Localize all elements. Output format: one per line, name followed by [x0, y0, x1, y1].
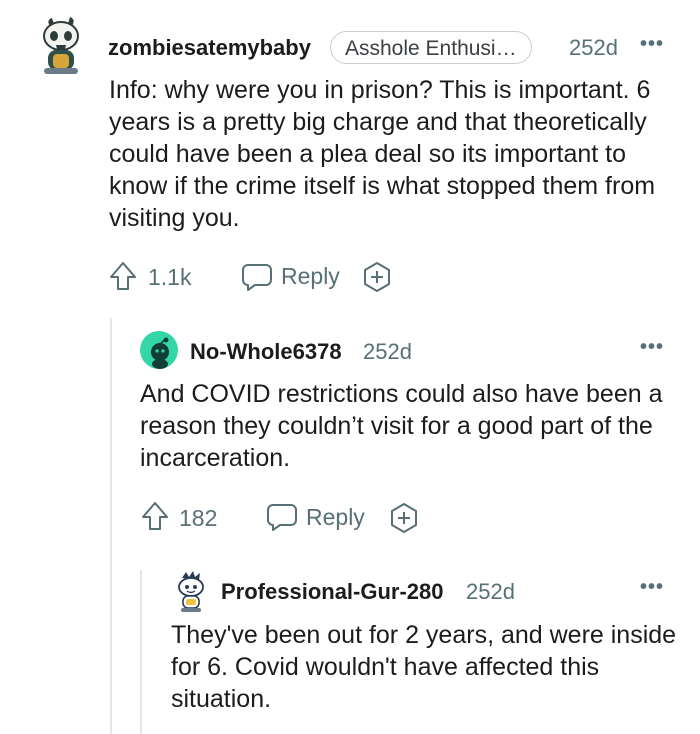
upvote-arrow-icon	[110, 262, 136, 290]
reply-button[interactable]: Reply	[266, 500, 376, 534]
comment-body: And COVID restrictions could also have b…	[140, 380, 663, 472]
comment-actions: 182 Reply	[140, 500, 440, 536]
upvote-button[interactable]	[108, 260, 138, 292]
upvote-button[interactable]	[140, 500, 170, 532]
comment-age: 252d	[466, 579, 515, 604]
comment-body: Info: why were you in prison? This is im…	[109, 76, 656, 232]
reply-button[interactable]: Reply	[241, 260, 351, 294]
reply-label: Reply	[281, 263, 340, 289]
avatar[interactable]	[36, 16, 86, 76]
award-plus-icon	[391, 503, 417, 533]
comment-age: 252d	[363, 339, 412, 364]
comment-username[interactable]: No-Whole6378	[190, 339, 342, 365]
award-plus-icon	[364, 262, 390, 292]
vote-score: 1.1k	[148, 264, 192, 290]
comment-username[interactable]: Professional-Gur-280	[221, 579, 444, 605]
skull-snoo-avatar-icon	[43, 17, 79, 74]
award-button[interactable]	[388, 502, 420, 534]
reply-label: Reply	[306, 504, 365, 530]
default-snoo-avatar-icon	[140, 331, 178, 369]
user-flair: Asshole Enthusi…	[330, 31, 532, 64]
reply-bubble-icon	[267, 504, 297, 531]
comment-body: They've been out for 2 years, and were i…	[171, 621, 677, 713]
award-button[interactable]	[361, 261, 393, 293]
thread-line[interactable]	[110, 318, 112, 734]
snoo-avatar-icon	[178, 571, 204, 612]
comment-username[interactable]: zombiesatemybaby	[108, 35, 311, 61]
upvote-arrow-icon	[142, 502, 168, 530]
vote-score: 182	[179, 505, 218, 531]
avatar[interactable]	[140, 331, 178, 369]
more-options-button[interactable]: •••	[640, 336, 664, 359]
thread-line[interactable]	[140, 570, 142, 734]
comment-age: 252d	[569, 35, 618, 60]
avatar[interactable]	[172, 570, 210, 614]
comment-actions: 1.1k Reply	[108, 260, 408, 296]
more-options-button[interactable]: •••	[640, 33, 664, 56]
more-options-button[interactable]: •••	[640, 576, 664, 599]
reply-bubble-icon	[242, 264, 272, 291]
